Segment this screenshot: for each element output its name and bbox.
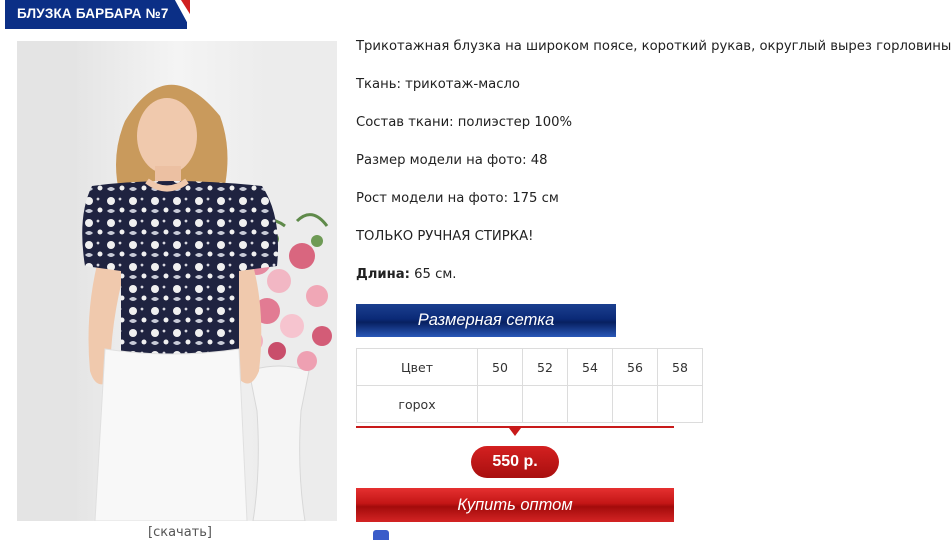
size-header: 58 bbox=[657, 348, 703, 386]
product-title: БЛУЗКА БАРБАРА №7 bbox=[17, 6, 169, 21]
size-header: 56 bbox=[612, 348, 658, 386]
length-label: Длина: bbox=[356, 267, 410, 282]
description-summary: Трикотажная блузка на широком поясе, кор… bbox=[356, 39, 952, 54]
size-header: 52 bbox=[522, 348, 568, 386]
product-photo-image bbox=[17, 41, 337, 521]
size-header: 54 bbox=[567, 348, 613, 386]
description-fabric: Ткань: трикотаж-масло bbox=[356, 77, 520, 92]
color-name-cell: горох bbox=[356, 385, 478, 423]
product-description: Трикотажная блузка на широком поясе, кор… bbox=[356, 38, 952, 304]
quantity-cell[interactable] bbox=[612, 385, 658, 423]
price-badge: 550 р. bbox=[471, 446, 559, 478]
length-value: 65 см. bbox=[414, 267, 457, 282]
checkbox-icon[interactable] bbox=[373, 530, 389, 540]
size-header: 50 bbox=[477, 348, 523, 386]
product-title-tab: БЛУЗКА БАРБАРА №7 bbox=[5, 0, 190, 29]
price-pointer-icon bbox=[509, 428, 521, 436]
quantity-cell[interactable] bbox=[657, 385, 703, 423]
description-length: Длина: 65 см. bbox=[356, 266, 946, 284]
quantity-cell[interactable] bbox=[477, 385, 523, 423]
description-care: ТОЛЬКО РУЧНАЯ СТИРКА! bbox=[356, 229, 534, 244]
buy-wholesale-button[interactable]: Купить оптом bbox=[356, 488, 674, 522]
description-composition: Состав ткани: полиэстер 100% bbox=[356, 115, 573, 130]
size-table: Цвет 50 52 54 56 58 горох bbox=[356, 348, 703, 423]
download-photo-link[interactable]: [скачать] bbox=[148, 525, 212, 540]
table-row: горох bbox=[356, 385, 703, 423]
product-photo[interactable] bbox=[17, 41, 337, 521]
quantity-cell[interactable] bbox=[522, 385, 568, 423]
quantity-cell[interactable] bbox=[567, 385, 613, 423]
size-chart-button[interactable]: Размерная сетка bbox=[356, 304, 616, 337]
color-column-header: Цвет bbox=[356, 348, 478, 386]
description-model-height: Рост модели на фото: 175 см bbox=[356, 191, 559, 206]
size-table-header-row: Цвет 50 52 54 56 58 bbox=[356, 348, 703, 386]
description-model-size: Размер модели на фото: 48 bbox=[356, 153, 548, 168]
